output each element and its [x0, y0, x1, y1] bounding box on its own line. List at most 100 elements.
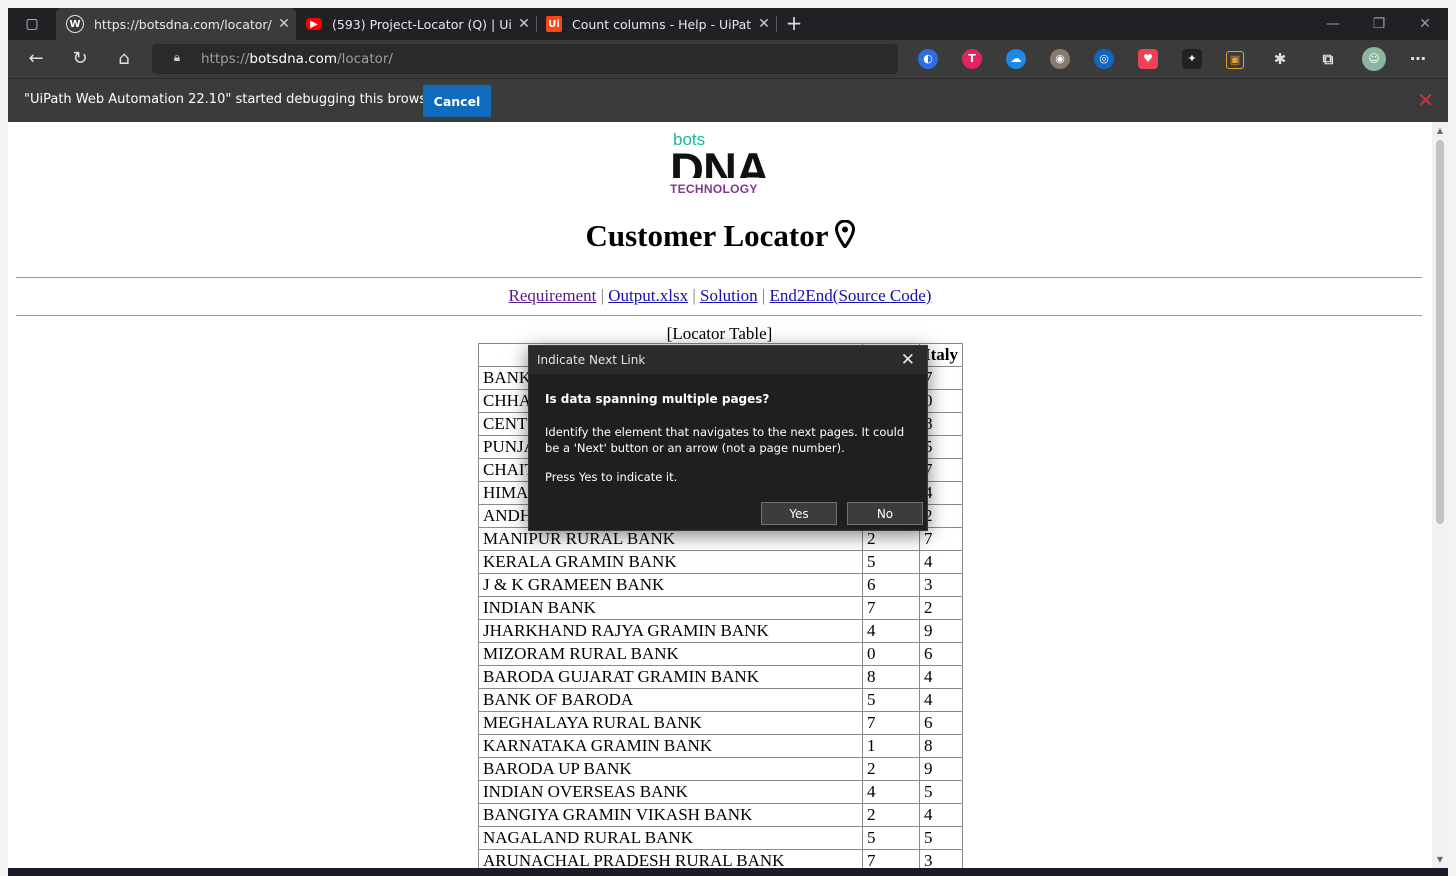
- value-cell: 6: [919, 711, 963, 735]
- bank-name-cell: MEGHALAYA RURAL BANK: [478, 711, 863, 735]
- value-cell: 4: [862, 619, 920, 643]
- value-cell: 5: [919, 780, 963, 804]
- botsdna-logo: bots DNA TECHNOLOGY: [670, 130, 770, 198]
- value-cell: 4: [919, 803, 963, 827]
- value-cell: 2: [862, 803, 920, 827]
- value-cell: 0: [862, 642, 920, 666]
- extension-8-icon[interactable]: ▣: [1226, 51, 1244, 69]
- cancel-debugging-button[interactable]: Cancel: [423, 85, 491, 117]
- nav-links: Requirement | Output.xlsx | Solution | E…: [8, 286, 1432, 306]
- value-cell: 5: [862, 826, 920, 850]
- bank-name-cell: MIZORAM RURAL BANK: [478, 642, 863, 666]
- bank-name-cell: ARUNACHAL PRADESH RURAL BANK: [478, 849, 863, 868]
- window-close-icon[interactable]: ✕: [1402, 8, 1448, 40]
- lock-icon[interactable]: 🔒︎: [170, 50, 184, 66]
- extension-7-icon[interactable]: ✦: [1182, 49, 1202, 69]
- logo-technology-text: TECHNOLOGY: [670, 182, 758, 196]
- bank-name-cell: BANK OF BARODA: [478, 688, 863, 712]
- dialog-title: Indicate Next Link: [537, 353, 646, 367]
- table-row: BANGIYA GRAMIN VIKASH BANK 2 4: [478, 803, 963, 827]
- bank-name-cell: BARODA UP BANK: [478, 757, 863, 781]
- bank-name-cell: J & K GRAMEEN BANK: [478, 573, 863, 597]
- page-scrollbar[interactable]: ▲ ▼: [1432, 122, 1448, 868]
- scroll-up-icon[interactable]: ▲: [1432, 126, 1448, 135]
- table-row: NAGALAND RURAL BANK 5 5: [478, 826, 963, 850]
- table-row: BARODA GUJARAT GRAMIN BANK 8 4: [478, 665, 963, 689]
- extension-1-icon[interactable]: ◐: [918, 49, 938, 69]
- extension-4-icon[interactable]: ◉: [1050, 49, 1070, 69]
- value-cell: 1: [862, 734, 920, 758]
- dialog-body: Identify the element that navigates to t…: [545, 425, 905, 455]
- requirement-link[interactable]: Requirement: [509, 286, 597, 305]
- output-xlsx-link[interactable]: Output.xlsx: [608, 286, 688, 305]
- tab-title: https://botsdna.com/locator/: [94, 16, 272, 32]
- infobar-message: "UiPath Web Automation 22.10" started de…: [24, 92, 440, 107]
- value-cell: 4: [919, 665, 963, 689]
- table-row: MEGHALAYA RURAL BANK 7 6: [478, 711, 963, 735]
- extension-3-icon[interactable]: ☁: [1006, 49, 1026, 69]
- more-menu-icon[interactable]: ⋯: [1408, 49, 1428, 69]
- table-caption: [Locator Table]: [666, 324, 773, 343]
- solution-link[interactable]: Solution: [700, 286, 758, 305]
- table-row: ARUNACHAL PRADESH RURAL BANK 7 3: [478, 849, 963, 868]
- profile-avatar[interactable]: ☺: [1362, 47, 1386, 71]
- tab-strip: ▢ W https://botsdna.com/locator/ ✕ ▶ (59…: [8, 8, 1448, 40]
- restore-icon[interactable]: ❐: [1356, 8, 1402, 40]
- value-cell: 6: [919, 642, 963, 666]
- value-cell: 4: [862, 780, 920, 804]
- close-infobar-icon[interactable]: ✕: [1417, 88, 1434, 112]
- tab-youtube[interactable]: ▶ (593) Project-Locator (Q) | UiPath ✕: [296, 8, 536, 40]
- address-bar[interactable]: 🔒︎ https://botsdna.com/locator/: [152, 44, 898, 74]
- new-tab-icon[interactable]: +: [782, 12, 806, 36]
- link-separator: |: [692, 286, 696, 305]
- value-cell: 6: [862, 573, 920, 597]
- tab-separator: [776, 16, 777, 32]
- url-text[interactable]: https://botsdna.com/locator/: [201, 51, 393, 67]
- table-row: BANK OF BARODA 5 4: [478, 688, 963, 712]
- value-cell: 5: [862, 688, 920, 712]
- close-tab-icon[interactable]: ✕: [752, 16, 776, 32]
- minimize-icon[interactable]: —: [1310, 8, 1356, 40]
- extension-5-icon[interactable]: ◎: [1094, 49, 1114, 69]
- youtube-icon: ▶: [306, 18, 322, 30]
- link-separator: |: [761, 286, 766, 305]
- table-row: MIZORAM RURAL BANK 0 6: [478, 642, 963, 666]
- source-code-link[interactable]: End2End(Source Code): [770, 286, 932, 305]
- home-icon[interactable]: ⌂: [112, 47, 136, 71]
- bank-name-cell: NAGALAND RURAL BANK: [478, 826, 863, 850]
- refresh-icon[interactable]: ↻: [68, 47, 92, 71]
- bank-name-cell: BARODA GUJARAT GRAMIN BANK: [478, 665, 863, 689]
- value-cell: 7: [862, 711, 920, 735]
- extensions-puzzle-icon[interactable]: ✱: [1270, 49, 1290, 69]
- table-row: KARNATAKA GRAMIN BANK 1 8: [478, 734, 963, 758]
- close-tab-icon[interactable]: ✕: [512, 16, 536, 32]
- close-tab-icon[interactable]: ✕: [272, 16, 296, 32]
- yes-button[interactable]: Yes: [761, 502, 837, 525]
- table-row: JHARKHAND RAJYA GRAMIN BANK 4 9: [478, 619, 963, 643]
- tab-uipath-forum[interactable]: Ui Count columns - Help - UiPath Commu ✕: [536, 8, 776, 40]
- logo-dna-text: DNA: [670, 143, 769, 178]
- no-button[interactable]: No: [847, 502, 923, 525]
- bottom-divider: [16, 315, 1422, 316]
- value-cell: 8: [862, 665, 920, 689]
- tab-botsdna[interactable]: W https://botsdna.com/locator/ ✕: [56, 8, 296, 40]
- scrollbar-thumb[interactable]: [1436, 140, 1444, 524]
- tab-actions-icon[interactable]: ▢: [16, 12, 48, 36]
- top-divider: [16, 277, 1422, 278]
- back-icon[interactable]: ←: [24, 47, 48, 71]
- dialog-close-icon[interactable]: ✕: [901, 350, 915, 370]
- dialog-instruction: Press Yes to indicate it.: [545, 470, 678, 484]
- value-cell: 4: [919, 688, 963, 712]
- pocket-icon[interactable]: ♥: [1138, 49, 1158, 69]
- dialog-titlebar: Indicate Next Link ✕: [529, 346, 927, 374]
- collections-icon[interactable]: ⧉: [1318, 49, 1338, 69]
- value-cell: 9: [919, 757, 963, 781]
- extension-2-icon[interactable]: T: [962, 49, 982, 69]
- value-cell: 3: [919, 573, 963, 597]
- indicate-next-link-dialog: Indicate Next Link ✕ Is data spanning mu…: [528, 345, 928, 531]
- value-cell: 3: [919, 849, 963, 868]
- scroll-down-icon[interactable]: ▼: [1432, 855, 1448, 864]
- browser-toolbar: ← ↻ ⌂ 🔒︎ https://botsdna.com/locator/ ◐ …: [8, 40, 1448, 78]
- bank-name-cell: BANGIYA GRAMIN VIKASH BANK: [478, 803, 863, 827]
- bank-name-cell: JHARKHAND RAJYA GRAMIN BANK: [478, 619, 863, 643]
